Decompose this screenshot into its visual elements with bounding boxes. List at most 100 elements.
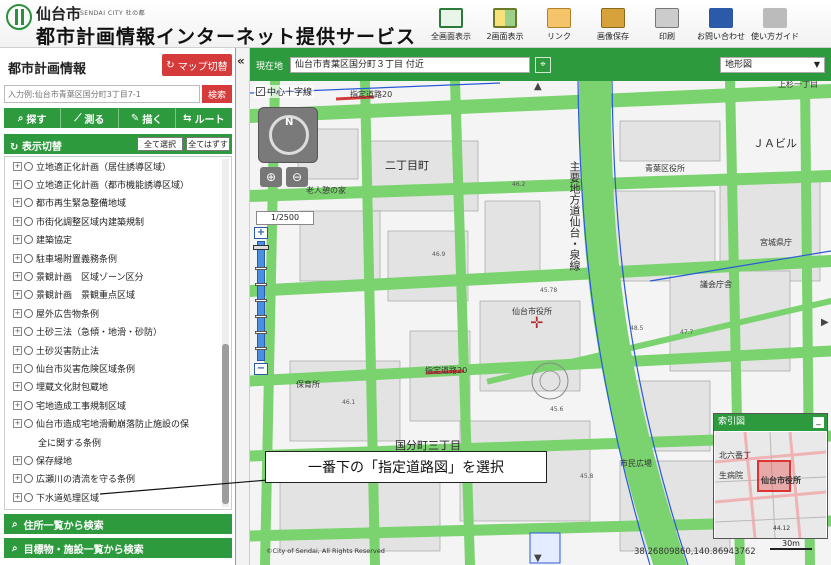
layer-radio[interactable] [24,198,33,208]
layer-item[interactable]: + 土砂三法（急傾・地滑・砂防） [5,323,231,341]
expand-plus-icon[interactable]: + [13,400,22,410]
print-button[interactable]: 印刷 [640,2,694,46]
scrollbar-thumb[interactable] [222,344,229,504]
layer-radio[interactable] [24,327,33,337]
layer-radio[interactable] [24,308,33,318]
expand-plus-icon[interactable]: + [13,235,22,245]
layer-item[interactable]: + 立地適正化計画（都市機能誘導区域） [5,175,231,193]
guide-button[interactable]: 使い方ガイド [748,2,802,46]
expand-plus-icon[interactable]: + [13,474,22,484]
layer-item[interactable]: + 宅地造成工事規制区域 [5,396,231,414]
zoom-in-magnifier-button[interactable]: ⊕ [260,167,282,187]
layer-item[interactable]: + 建築協定 [5,231,231,249]
layer-radio[interactable] [24,455,33,465]
location-field[interactable]: 仙台市青葉区国分町３丁目 付近 [290,57,530,73]
layer-item[interactable]: +指定道路図 [5,506,231,509]
select-all-button[interactable]: 全て選択 [137,137,183,151]
layer-radio[interactable] [24,474,33,484]
sidebar-collapse-bar[interactable]: « [236,48,250,565]
expand-plus-icon[interactable]: + [13,272,22,282]
split-screen-button[interactable]: 2画面表示 [478,2,532,46]
index-map-view[interactable]: 北六番丁 仙台市役所 生病院 44.12 [715,432,826,538]
expand-plus-icon[interactable]: + [13,216,22,226]
layer-item[interactable]: + 屋外広告物条例 [5,304,231,322]
image-save-button[interactable]: 画像保存 [586,2,640,46]
index-map-minimize-button[interactable]: _ [813,417,824,428]
expand-plus-icon[interactable]: + [13,253,22,263]
zoom-tick[interactable] [255,315,267,318]
zoom-handle[interactable] [253,245,269,250]
expand-plus-icon[interactable]: + [13,327,22,337]
layer-item[interactable]: + 保存緑地 [5,451,231,469]
layer-radio[interactable] [24,363,33,373]
layer-list-scrollbar[interactable] [222,159,229,507]
layer-item[interactable]: + 都市再生緊急整備地域 [5,194,231,212]
address-search-button[interactable]: 検索 [202,85,232,103]
zoom-in-button[interactable]: + [254,227,268,239]
expand-plus-icon[interactable]: + [13,382,22,392]
layer-item[interactable]: + 景観計画 区域ゾーン区分 [5,267,231,285]
layer-radio[interactable] [24,235,33,245]
layer-radio[interactable] [24,253,33,263]
current-location-icon[interactable]: ⌖ [535,57,551,73]
layer-radio[interactable] [24,400,33,410]
pan-up-arrow-icon[interactable]: ▲ [534,81,542,92]
basemap-select[interactable]: 地形図 ▼ [720,57,825,73]
expand-plus-icon[interactable]: + [13,198,22,208]
measure-button[interactable]: ⟋ 測る [61,108,119,128]
layer-radio[interactable] [24,382,33,392]
layer-radio[interactable] [24,290,33,300]
route-button[interactable]: ⇆ ルート [176,108,232,128]
layer-radio[interactable] [24,180,33,190]
expand-plus-icon[interactable]: + [13,180,22,190]
landmark-list-search[interactable]: ⌕ 目標物・施設一覧から検索 [4,538,232,558]
pan-right-arrow-icon[interactable]: ▶ [821,317,829,328]
layer-item[interactable]: + 市街化調整区域内建築規制 [5,212,231,230]
index-map-panel[interactable]: 索引図 _ 北六番丁 仙台市役所 生病院 44.12 [713,413,828,539]
link-button[interactable]: リンク [532,2,586,46]
layer-item[interactable]: + 景観計画 景観重点区域 [5,286,231,304]
layer-item[interactable]: + 立地適正化計画（居住誘導区域） [5,157,231,175]
expand-plus-icon[interactable]: + [13,492,22,502]
fullscreen-button[interactable]: 全画面表示 [424,2,478,46]
draw-button[interactable]: ✎ 描く [119,108,176,128]
zoom-slider[interactable]: + − [253,227,269,375]
expand-plus-icon[interactable]: + [13,419,22,429]
layer-item[interactable]: + 駐車場附置義務条例 [5,249,231,267]
layer-radio[interactable] [24,345,33,355]
map-switch-button[interactable]: ↻ マップ切替 [162,54,232,76]
layer-radio[interactable] [24,419,33,429]
layer-radio[interactable] [24,492,33,502]
layer-item[interactable]: + 埋蔵文化財包蔵地 [5,378,231,396]
layer-item[interactable]: + 下水道処理区域 [5,488,231,506]
zoom-tick[interactable] [255,299,267,302]
zoom-out-button[interactable]: − [254,363,268,375]
zoom-out-magnifier-button[interactable]: ⊖ [286,167,308,187]
clear-all-button[interactable]: 全てはずす [186,137,230,151]
scale-display[interactable]: 1/2500 [256,211,314,225]
address-search-input[interactable] [4,85,200,103]
layer-radio[interactable] [24,161,33,171]
layer-item[interactable]: + 仙台市災害危険区域条例 [5,359,231,377]
expand-plus-icon[interactable]: + [13,308,22,318]
zoom-tick[interactable] [255,347,267,350]
contact-button[interactable]: お問い合わせ [694,2,748,46]
expand-plus-icon[interactable]: + [13,455,22,465]
expand-plus-icon[interactable]: + [13,345,22,355]
crosshair-checkbox[interactable]: ✓ [256,87,265,96]
layer-item[interactable]: + 仙台市造成宅地滑動崩落防止施設の保 [5,414,231,432]
expand-plus-icon[interactable]: + [13,290,22,300]
layer-radio[interactable] [24,216,33,226]
find-button[interactable]: ⌕ 探す [4,108,62,128]
crosshair-toggle[interactable]: ✓ 中心十字線 [254,85,315,98]
zoom-tick[interactable] [255,267,267,270]
expand-plus-icon[interactable]: + [13,363,22,373]
layer-radio[interactable] [24,272,33,282]
pan-down-arrow-icon[interactable]: ▼ [534,553,542,564]
zoom-tick[interactable] [255,331,267,334]
layer-item[interactable]: + 土砂災害防止法 [5,341,231,359]
chevron-double-left-icon[interactable]: « [237,54,245,68]
pan-control[interactable]: N [258,107,318,163]
layer-item[interactable]: + 広瀬川の清流を守る条例 [5,470,231,488]
expand-plus-icon[interactable]: + [13,161,22,171]
